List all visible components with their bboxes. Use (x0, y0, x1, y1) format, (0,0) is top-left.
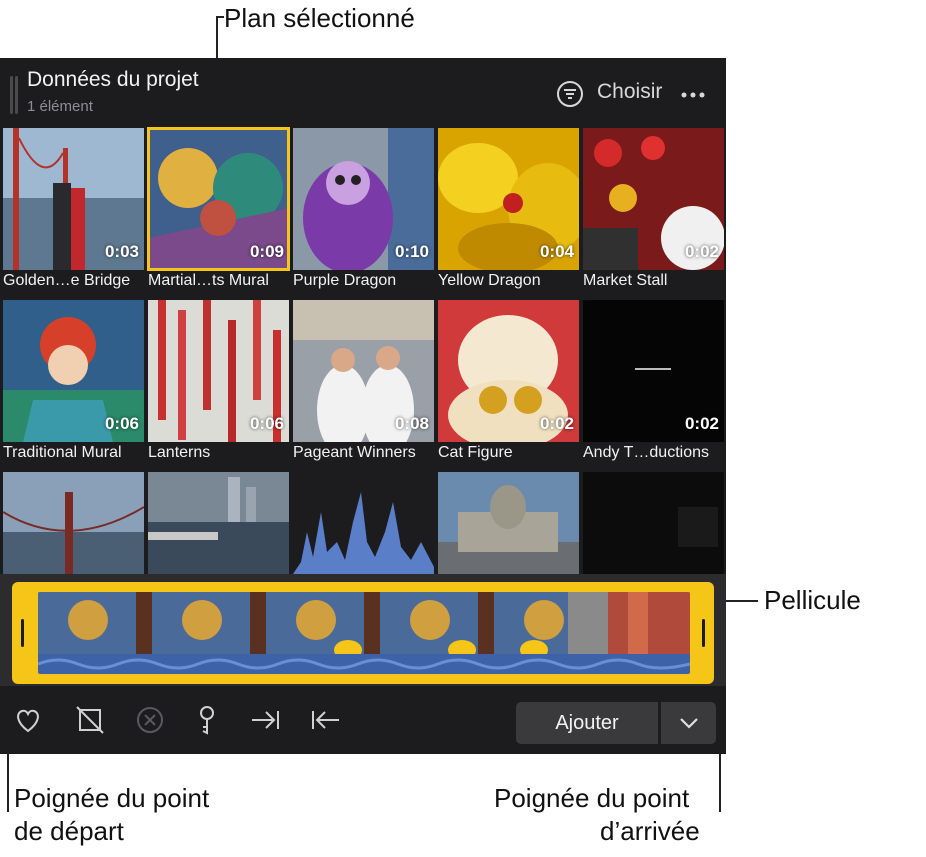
clip-city-aerial[interactable] (148, 472, 289, 574)
keyword-icon[interactable] (192, 705, 222, 735)
filmstrip-area (0, 574, 726, 686)
favorite-heart-icon[interactable] (13, 705, 43, 735)
drag-grip-2[interactable] (15, 76, 18, 114)
set-end-icon[interactable] (250, 705, 280, 735)
clip-traditional-mural[interactable]: 0:06 (3, 300, 144, 442)
clip-name-martial-arts-mural: Martial…ts Mural (148, 272, 269, 289)
clip-duration: 0:02 (539, 414, 574, 433)
drag-grip[interactable] (10, 76, 13, 114)
clip-bridge-aerial[interactable] (3, 472, 144, 574)
filter-icon[interactable] (556, 80, 584, 108)
set-start-icon[interactable] (311, 705, 341, 735)
clip-grid: 0:03 0:09 0:10 0:04 0:02 0:06 0:06 0:08 … (0, 124, 726, 574)
clip-dark-scene[interactable] (583, 472, 724, 574)
clip-thumbnail (583, 472, 724, 574)
clip-thumbnail (148, 472, 289, 574)
callout-filmstrip: Pellicule (764, 585, 861, 615)
callout-line-selected-clip-top (216, 16, 224, 18)
clip-city-hall[interactable] (438, 472, 579, 574)
clip-duration: 0:08 (394, 414, 429, 433)
end-point-handle[interactable] (702, 619, 705, 647)
clip-duration: 0:06 (104, 414, 139, 433)
clip-thumbnail (293, 472, 434, 574)
callout-start-handle-1: Poignée du point (14, 783, 210, 813)
clip-name-andy-t-productions: Andy T…ductions (583, 444, 709, 461)
clip-cat-figure[interactable]: 0:02 (438, 300, 579, 442)
browser-header: Données du projet 1 élément Choisir (0, 58, 726, 124)
start-point-handle[interactable] (21, 619, 24, 647)
clip-golden-gate-bridge[interactable]: 0:03 (3, 128, 144, 270)
clip-lanterns[interactable]: 0:06 (148, 300, 289, 442)
reject-icon[interactable] (75, 705, 105, 735)
clip-duration: 0:02 (684, 242, 719, 261)
clip-thumbnail (3, 472, 144, 574)
filmstrip-frames (38, 592, 690, 674)
panel-subtitle: 1 élément (27, 98, 93, 115)
clip-audio-waveform[interactable] (293, 472, 434, 574)
clear-rating-icon[interactable] (135, 705, 165, 735)
toolbar: Ajouter (0, 686, 726, 754)
add-menu-button[interactable] (661, 702, 716, 744)
clip-market-stall[interactable]: 0:02 (583, 128, 724, 270)
filmstrip[interactable] (12, 582, 714, 684)
clip-andy-t-productions[interactable]: 0:02 (583, 300, 724, 442)
selection-outline (147, 127, 290, 271)
browser-panel: Données du projet 1 élément Choisir 0:03 (0, 58, 726, 754)
panel-title: Données du projet (27, 68, 199, 91)
clip-name-lanterns: Lanterns (148, 444, 211, 461)
clip-name-cat-figure: Cat Figure (438, 444, 513, 461)
clip-duration: 0:06 (249, 414, 284, 433)
callout-end-handle-2: d’arrivée (600, 816, 700, 846)
clip-purple-dragon[interactable]: 0:10 (293, 128, 434, 270)
clip-duration: 0:10 (394, 242, 429, 261)
callout-selected-clip: Plan sélectionné (224, 3, 415, 33)
choose-button[interactable]: Choisir (597, 80, 662, 104)
callout-end-handle-1: Poignée du point (494, 783, 690, 813)
chevron-down-icon (679, 718, 698, 729)
clip-yellow-dragon[interactable]: 0:04 (438, 128, 579, 270)
clip-name-pageant-winners: Pageant Winners (293, 444, 416, 461)
clip-duration: 0:03 (104, 242, 139, 261)
clip-duration: 0:02 (684, 414, 719, 433)
callout-start-handle-2: de départ (14, 816, 124, 846)
clip-duration: 0:04 (539, 242, 574, 261)
add-button[interactable]: Ajouter (516, 702, 658, 744)
clip-name-market-stall: Market Stall (583, 272, 668, 289)
clip-pageant-winners[interactable]: 0:08 (293, 300, 434, 442)
clip-name-purple-dragon: Purple Dragon (293, 272, 397, 289)
clip-name-yellow-dragon: Yellow Dragon (438, 272, 541, 289)
more-icon[interactable] (680, 91, 706, 99)
clip-name-traditional-mural: Traditional Mural (3, 444, 122, 461)
clip-thumbnail (438, 472, 579, 574)
clip-name-golden-gate-bridge: Golden…e Bridge (3, 272, 131, 289)
